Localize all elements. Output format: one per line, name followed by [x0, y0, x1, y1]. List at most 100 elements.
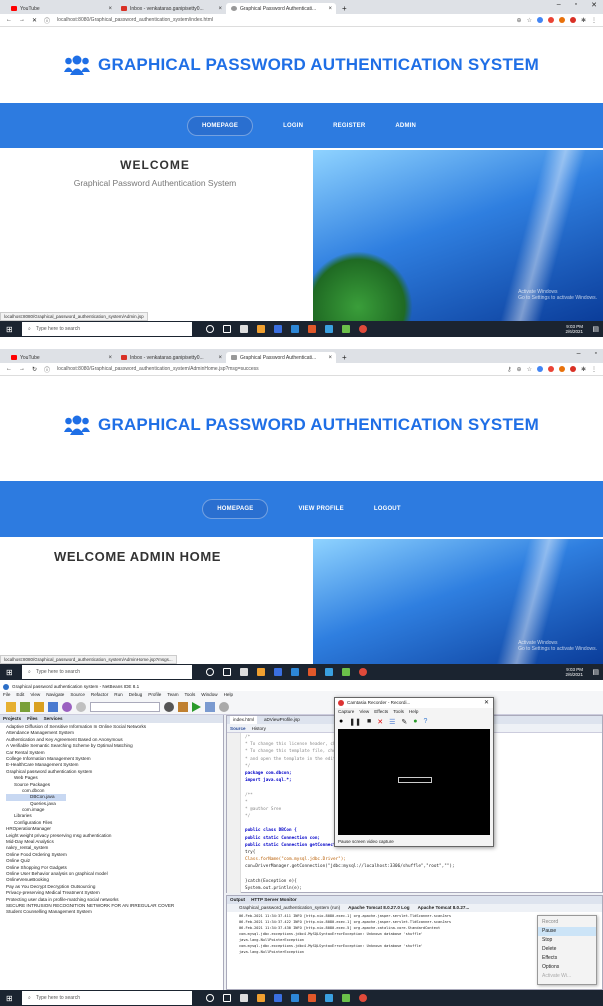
pause-icon[interactable]: ❚❚ — [349, 718, 361, 726]
chrome-icon[interactable] — [359, 994, 367, 1002]
nav-logout[interactable]: LOGOUT — [374, 506, 401, 512]
config-dropdown[interactable] — [90, 701, 160, 712]
task-view-icon[interactable] — [223, 668, 231, 676]
menu-tools[interactable]: Tools — [393, 708, 404, 716]
app-icon[interactable] — [342, 668, 350, 676]
extension-icon[interactable] — [569, 365, 576, 372]
menu-team[interactable]: Team — [167, 691, 178, 699]
url-field[interactable]: localhost:8080/Graphical_password_authen… — [57, 366, 259, 372]
tab-youtube[interactable]: YouTube × — [6, 3, 116, 14]
windows-start-icon[interactable]: ⊞ — [6, 325, 13, 334]
app-icon[interactable] — [274, 668, 282, 676]
delete-icon[interactable]: ✕ — [377, 718, 383, 726]
menu-file[interactable]: File — [3, 691, 10, 699]
extension-icon[interactable] — [547, 365, 554, 372]
mail-icon[interactable] — [291, 994, 299, 1002]
minimize-icon[interactable]: – — [577, 350, 581, 357]
menu-delete[interactable]: Delete — [538, 945, 596, 954]
close-window-icon[interactable]: ✕ — [591, 1, 597, 9]
notification-icon[interactable]: ▤ — [592, 325, 599, 333]
open-icon[interactable] — [34, 701, 44, 712]
back-icon[interactable]: ← — [6, 366, 12, 372]
new-file-icon[interactable] — [20, 701, 30, 712]
profile-icon[interactable] — [219, 701, 229, 712]
close-icon[interactable]: × — [328, 6, 332, 12]
app-icon[interactable] — [257, 325, 265, 333]
store-icon[interactable] — [240, 668, 248, 676]
cortana-icon[interactable] — [206, 994, 214, 1002]
nav-homepage[interactable]: HOMEPAGE — [202, 499, 269, 519]
menu-options[interactable]: Options — [538, 963, 596, 972]
extension-icon[interactable] — [536, 365, 543, 372]
chrome-icon[interactable] — [359, 325, 367, 333]
forward-icon[interactable]: → — [19, 366, 25, 372]
close-icon[interactable]: × — [218, 6, 222, 12]
tab-output[interactable]: Output — [230, 896, 245, 904]
help-icon[interactable]: ? — [423, 718, 427, 725]
app-icon[interactable] — [342, 994, 350, 1002]
task-view-icon[interactable] — [223, 325, 231, 333]
reload-icon[interactable]: ↻ — [32, 366, 37, 373]
key-icon[interactable]: ⚷ — [507, 366, 511, 373]
extension-icon[interactable] — [536, 16, 543, 23]
menu-profile[interactable]: Profile — [148, 691, 161, 699]
tab-inbox[interactable]: Inbox - venkatarao.ganipisetty0... × — [116, 352, 226, 363]
zoom-icon[interactable]: ⊕ — [517, 17, 522, 24]
app-icon[interactable] — [325, 994, 333, 1002]
back-icon[interactable]: ← — [6, 17, 12, 23]
subtab-tomcat-log[interactable]: Apache Tomcat 8.0.27.0 Log — [348, 904, 409, 912]
record-icon[interactable]: ● — [339, 718, 343, 725]
forward-icon[interactable]: → — [19, 17, 25, 23]
app-icon[interactable] — [274, 994, 282, 1002]
mail-icon[interactable] — [291, 668, 299, 676]
app-icon[interactable] — [308, 668, 316, 676]
menu-run[interactable]: Run — [114, 691, 122, 699]
tab-graphical[interactable]: Graphical Password Authenticati... × — [226, 3, 336, 14]
menu-record[interactable]: Record — [538, 918, 596, 927]
tree-item[interactable]: Student Counselling Management System — [6, 909, 223, 915]
close-icon[interactable]: × — [108, 355, 112, 361]
mail-icon[interactable] — [291, 325, 299, 333]
redo-icon[interactable] — [76, 701, 86, 712]
star-icon[interactable]: ☆ — [527, 366, 532, 373]
subtab-run[interactable]: Graphical_password_authentication_system… — [239, 904, 340, 912]
app-icon[interactable] — [342, 325, 350, 333]
menu-debug[interactable]: Debug — [129, 691, 143, 699]
store-icon[interactable] — [240, 994, 248, 1002]
new-tab-icon[interactable]: + — [342, 353, 347, 362]
tab-services[interactable]: Services — [44, 715, 63, 723]
maximize-icon[interactable]: ▫ — [595, 350, 597, 357]
puzzle-icon[interactable]: ✱ — [581, 17, 586, 24]
app-icon[interactable] — [257, 994, 265, 1002]
tab-graphical[interactable]: Graphical Password Authenticati... × — [226, 352, 336, 363]
subtab-tomcat[interactable]: Apache Tomcat 8.0.27... — [418, 904, 470, 912]
app-icon[interactable] — [257, 668, 265, 676]
menu-help[interactable]: Help — [224, 691, 233, 699]
close-icon[interactable]: × — [108, 6, 112, 12]
history-view-button[interactable]: History — [252, 724, 266, 732]
app-icon[interactable] — [308, 325, 316, 333]
extension-icon[interactable] — [558, 365, 565, 372]
star-icon[interactable]: ☆ — [527, 17, 532, 24]
nav-login[interactable]: LOGIN — [283, 123, 303, 129]
windows-start-icon[interactable]: ⊞ — [6, 668, 13, 677]
chrome-icon[interactable] — [359, 668, 367, 676]
tab-files[interactable]: Files — [27, 715, 37, 723]
menu-view[interactable]: View — [30, 691, 40, 699]
menu-view[interactable]: View — [359, 708, 369, 716]
menu-effects[interactable]: Effects — [538, 954, 596, 963]
debug-icon[interactable] — [205, 701, 215, 712]
menu-capture[interactable]: Capture — [338, 708, 354, 716]
menu-help[interactable]: Help — [409, 708, 418, 716]
extension-icon[interactable] — [547, 16, 554, 23]
menu-activate[interactable]: Activate Wi... — [538, 972, 596, 981]
taskbar-search[interactable]: ⌕ Type here to search — [22, 322, 192, 336]
build-icon[interactable] — [164, 701, 174, 712]
save-all-icon[interactable] — [48, 701, 58, 712]
new-project-icon[interactable] — [6, 701, 16, 712]
source-view-button[interactable]: Source — [230, 724, 246, 732]
menu-icon[interactable]: ⋮ — [591, 17, 597, 24]
extension-icon[interactable] — [569, 16, 576, 23]
stop-icon[interactable]: ■ — [367, 718, 371, 725]
menu-source[interactable]: Source — [70, 691, 85, 699]
